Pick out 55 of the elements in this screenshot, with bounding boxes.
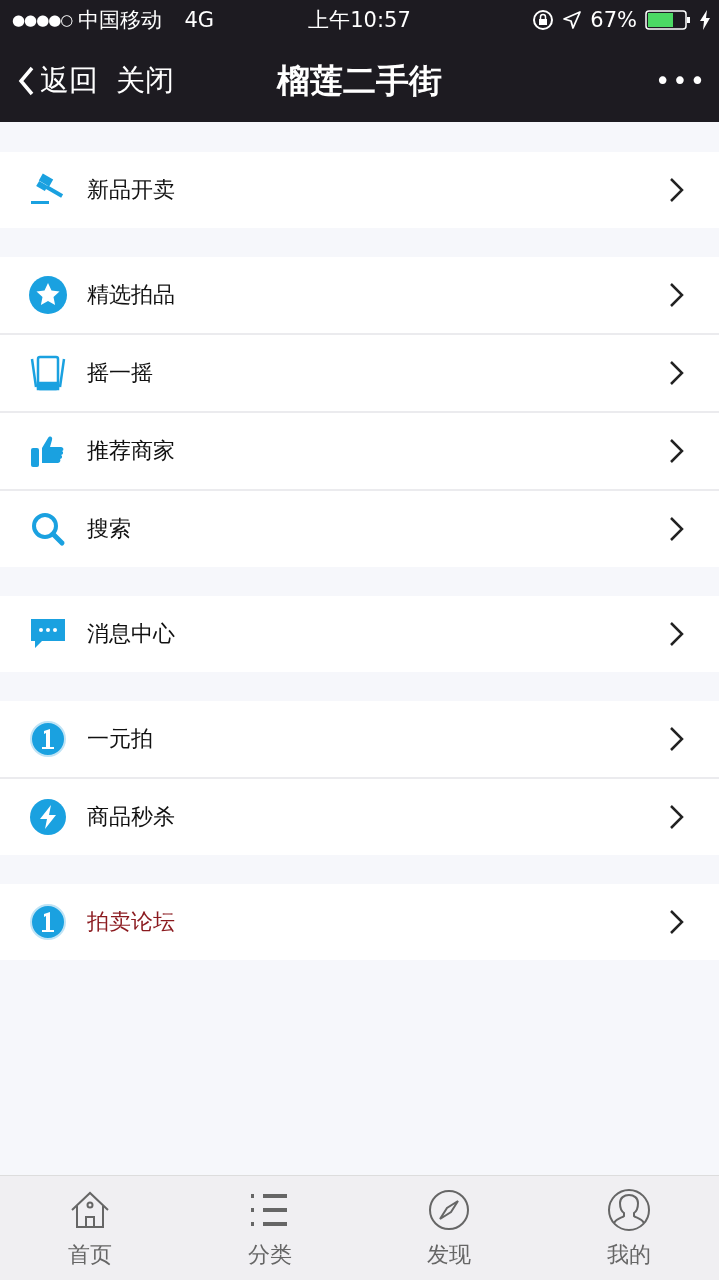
- item-label: 推荐商家: [87, 437, 175, 465]
- tab-item[interactable]: 发现: [359, 1176, 540, 1280]
- more-button[interactable]: •••: [655, 66, 707, 96]
- user-icon: [607, 1188, 652, 1232]
- tab-item[interactable]: 分类: [179, 1176, 360, 1280]
- chevron-right-icon: [669, 621, 685, 647]
- menu-item[interactable]: 搜索: [0, 489, 719, 567]
- charging-bolt-icon: [699, 10, 711, 30]
- carrier-name: 中国移动: [78, 7, 163, 34]
- chevron-right-icon: [669, 438, 685, 464]
- tab-item[interactable]: 首页: [0, 1176, 180, 1280]
- menu-item[interactable]: 新品开卖: [0, 152, 719, 228]
- menu-item[interactable]: 拍卖论坛: [0, 884, 719, 960]
- tab-label: 发现: [427, 1241, 472, 1269]
- item-label: 一元拍: [87, 725, 153, 753]
- item-label: 商品秒杀: [87, 803, 175, 831]
- item-label: 摇一摇: [87, 359, 153, 387]
- battery-percent: 67%: [590, 8, 637, 32]
- chevron-right-icon: [669, 177, 685, 203]
- close-button[interactable]: 关闭: [116, 61, 174, 101]
- chevron-right-icon: [669, 516, 685, 542]
- menu-item[interactable]: 推荐商家: [0, 411, 719, 489]
- number-one-icon: [28, 719, 68, 759]
- chevron-right-icon: [669, 360, 685, 386]
- chevron-right-icon: [669, 282, 685, 308]
- chevron-right-icon: [669, 804, 685, 830]
- page-title: 榴莲二手街: [277, 59, 442, 102]
- tab-label: 分类: [247, 1241, 292, 1269]
- menu-item[interactable]: 摇一摇: [0, 333, 719, 411]
- item-label: 搜索: [87, 515, 131, 543]
- compass-icon: [427, 1188, 472, 1232]
- tab-item[interactable]: 我的: [539, 1176, 719, 1280]
- clock-time: 上午10:57: [308, 7, 411, 34]
- item-label: 精选拍品: [87, 281, 175, 309]
- item-label: 新品开卖: [87, 176, 175, 204]
- battery-icon: [645, 10, 691, 30]
- network-type: 4G: [184, 8, 215, 32]
- menu-item[interactable]: 消息中心: [0, 596, 719, 672]
- number-one-icon: [28, 902, 68, 942]
- item-label: 拍卖论坛: [87, 908, 175, 936]
- lightning-icon: [28, 797, 68, 837]
- chevron-right-icon: [669, 726, 685, 752]
- chevron-left-icon: [18, 66, 34, 96]
- rotation-lock-icon: [532, 9, 555, 31]
- tab-label: 我的: [607, 1241, 652, 1269]
- menu-item[interactable]: 商品秒杀: [0, 777, 719, 855]
- phone-icon: [28, 353, 68, 393]
- item-label: 消息中心: [87, 620, 175, 648]
- signal-strength: ●●●●○: [12, 11, 73, 29]
- tab-label: 首页: [67, 1241, 112, 1269]
- menu-item[interactable]: 精选拍品: [0, 257, 719, 333]
- menu-item[interactable]: 一元拍: [0, 701, 719, 777]
- chevron-right-icon: [669, 909, 685, 935]
- back-button[interactable]: 返回: [18, 61, 98, 101]
- location-arrow-icon: [562, 10, 583, 30]
